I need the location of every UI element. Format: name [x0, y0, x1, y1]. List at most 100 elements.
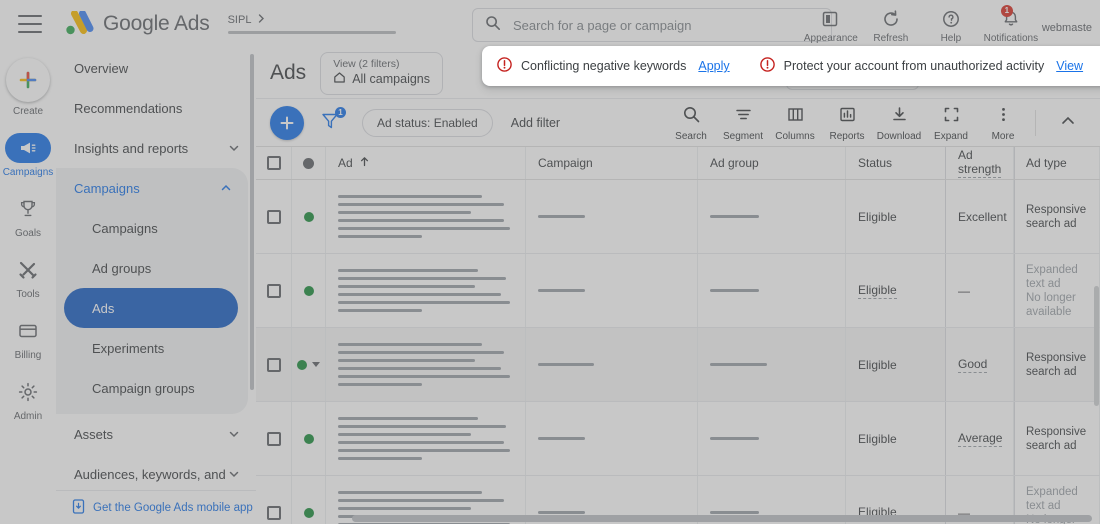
filter-chip-label: Ad status: Enabled — [377, 116, 478, 130]
row-checkbox-cell[interactable] — [256, 402, 292, 475]
brand[interactable]: Google Ads — [64, 10, 210, 37]
table-vertical-scrollbar[interactable] — [1094, 286, 1099, 406]
sidebar-item-ads[interactable]: Ads — [64, 288, 238, 328]
select-all-checkbox-cell[interactable] — [256, 147, 292, 179]
refresh-button[interactable]: Refresh — [862, 2, 920, 44]
column-header-campaign[interactable]: Campaign — [526, 147, 698, 179]
add-ad-button[interactable] — [270, 106, 304, 140]
sidebar-item-recommendations[interactable]: Recommendations — [56, 88, 256, 128]
user-account-label[interactable]: webmaste — [1042, 12, 1092, 34]
redacted-campaign-name — [538, 215, 586, 218]
add-filter-button[interactable]: Add filter — [511, 116, 560, 130]
toolbar-more-button[interactable]: More — [977, 105, 1029, 142]
filter-button[interactable]: 1 — [320, 106, 346, 136]
help-button[interactable]: Help — [922, 2, 980, 44]
banner-apply-link[interactable]: Apply — [698, 59, 729, 73]
rail-item-campaigns[interactable]: Campaigns — [0, 133, 56, 178]
breadcrumb-account: SIPL — [227, 14, 252, 26]
rail-item-create[interactable]: Create — [0, 58, 56, 117]
toolbar-reports-label: Reports — [829, 130, 865, 142]
status-dropdown-caret-icon[interactable] — [312, 362, 320, 367]
redacted-ad-group-name — [710, 437, 760, 440]
sort-ascending-icon — [359, 156, 370, 170]
main-menu-icon[interactable] — [18, 15, 42, 33]
toolbar-expand-button[interactable]: Expand — [925, 105, 977, 142]
row-checkbox-cell[interactable] — [256, 254, 292, 327]
row-checkbox[interactable] — [266, 357, 281, 372]
mobile-app-label: Get the Google Ads mobile app — [93, 501, 253, 514]
row-ad-strength-cell[interactable]: — — [946, 254, 1014, 327]
sidebar-label-campaigns-group: Campaigns — [74, 180, 140, 196]
rail-label-tools: Tools — [16, 289, 40, 300]
table-row[interactable]: Eligible Average Responsive search ad — [256, 402, 1100, 476]
sidebar: Overview Recommendations Insights and re… — [56, 48, 256, 524]
sidebar-item-campaign-groups[interactable]: Campaign groups — [56, 368, 248, 408]
global-search[interactable] — [472, 8, 832, 42]
search-input[interactable] — [511, 16, 819, 34]
row-ad-strength-cell[interactable]: Excellent — [946, 180, 1014, 253]
row-ad-group-cell — [698, 254, 846, 327]
row-checkbox[interactable] — [266, 431, 281, 446]
rail-item-billing[interactable]: Billing — [0, 316, 56, 361]
notifications-button[interactable]: 1 Notifications — [982, 2, 1040, 44]
sidebar-item-ad-groups[interactable]: Ad groups — [56, 248, 248, 288]
toolbar-search-button[interactable]: Search — [665, 105, 717, 142]
toolbar-reports-button[interactable]: Reports — [821, 105, 873, 142]
sidebar-item-campaigns[interactable]: Campaigns — [56, 208, 248, 248]
column-header-ad-type[interactable]: Ad type — [1014, 147, 1100, 179]
chevron-down-icon — [228, 428, 240, 440]
sidebar-item-assets[interactable]: Assets — [56, 414, 256, 454]
sidebar-item-audiences-keywords[interactable]: Audiences, keywords, and — [56, 454, 256, 494]
row-checkbox[interactable] — [266, 505, 281, 520]
row-status-cell: Eligible — [846, 402, 946, 475]
table-body: Eligible Excellent Responsive search ad — [256, 180, 1100, 524]
rail-item-tools[interactable]: Tools — [0, 255, 56, 300]
table-row[interactable]: Eligible — Expanded text ad No longer av… — [256, 254, 1100, 328]
toolbar-segment-button[interactable]: Segment — [717, 105, 769, 142]
appearance-button[interactable]: Appearance — [802, 2, 860, 44]
row-ad-strength-cell[interactable]: Good — [946, 328, 1014, 401]
row-checkbox-cell[interactable] — [256, 328, 292, 401]
table-horizontal-scrollbar[interactable] — [352, 515, 1092, 522]
help-label: Help — [940, 33, 962, 44]
row-checkbox-cell[interactable] — [256, 476, 292, 524]
tools-icon — [5, 255, 51, 285]
redacted-ad-group-name — [710, 511, 760, 514]
mobile-app-promo[interactable]: Get the Google Ads mobile app — [56, 490, 256, 524]
rail-item-goals[interactable]: Goals — [0, 194, 56, 239]
toolbar-download-button[interactable]: Download — [873, 105, 925, 142]
row-checkbox[interactable] — [266, 283, 281, 298]
select-all-checkbox[interactable] — [266, 156, 281, 170]
toolbar-columns-button[interactable]: Columns — [769, 105, 821, 142]
column-header-ad[interactable]: Ad — [326, 147, 526, 179]
table-row[interactable]: Eligible Good Responsive search ad — [256, 328, 1100, 402]
table-row[interactable]: Eligible Excellent Responsive search ad — [256, 180, 1100, 254]
sidebar-scrollbar[interactable] — [250, 54, 254, 390]
row-status-value: Eligible — [858, 209, 897, 224]
rail-label-create: Create — [12, 106, 43, 117]
row-status-dot-cell[interactable] — [292, 328, 326, 401]
column-header-ad-strength[interactable]: Ad strength — [946, 147, 1014, 179]
header-actions: Appearance Refresh Help 1 Notifications … — [802, 2, 1092, 44]
column-header-ad-group[interactable]: Ad group — [698, 147, 846, 179]
redacted-campaign-name — [538, 511, 586, 514]
row-status-dot-cell — [292, 180, 326, 253]
sidebar-item-overview[interactable]: Overview — [56, 48, 256, 88]
credit-card-icon — [5, 316, 51, 346]
view-selector-chip[interactable]: View (2 filters) All campaigns — [320, 51, 444, 95]
sidebar-item-campaigns-group[interactable]: Campaigns — [56, 168, 248, 208]
sidebar-item-insights-and-reports[interactable]: Insights and reports — [56, 128, 256, 168]
collapse-toolbar-button[interactable] — [1042, 111, 1094, 136]
row-checkbox[interactable] — [266, 209, 281, 224]
filter-chip-ad-status[interactable]: Ad status: Enabled — [362, 109, 493, 137]
sidebar-item-experiments[interactable]: Experiments — [56, 328, 248, 368]
rail-item-admin[interactable]: Admin — [0, 377, 56, 422]
sidebar-label-campaigns: Campaigns — [92, 220, 158, 236]
row-ad-strength-cell[interactable]: Average — [946, 402, 1014, 475]
column-header-status[interactable]: Status — [846, 147, 946, 179]
row-checkbox-cell[interactable] — [256, 180, 292, 253]
breadcrumb[interactable]: SIPL — [227, 14, 396, 34]
row-ad-cell — [326, 328, 526, 401]
banner-view-link[interactable]: View — [1056, 59, 1083, 73]
redacted-campaign-name — [538, 363, 594, 366]
